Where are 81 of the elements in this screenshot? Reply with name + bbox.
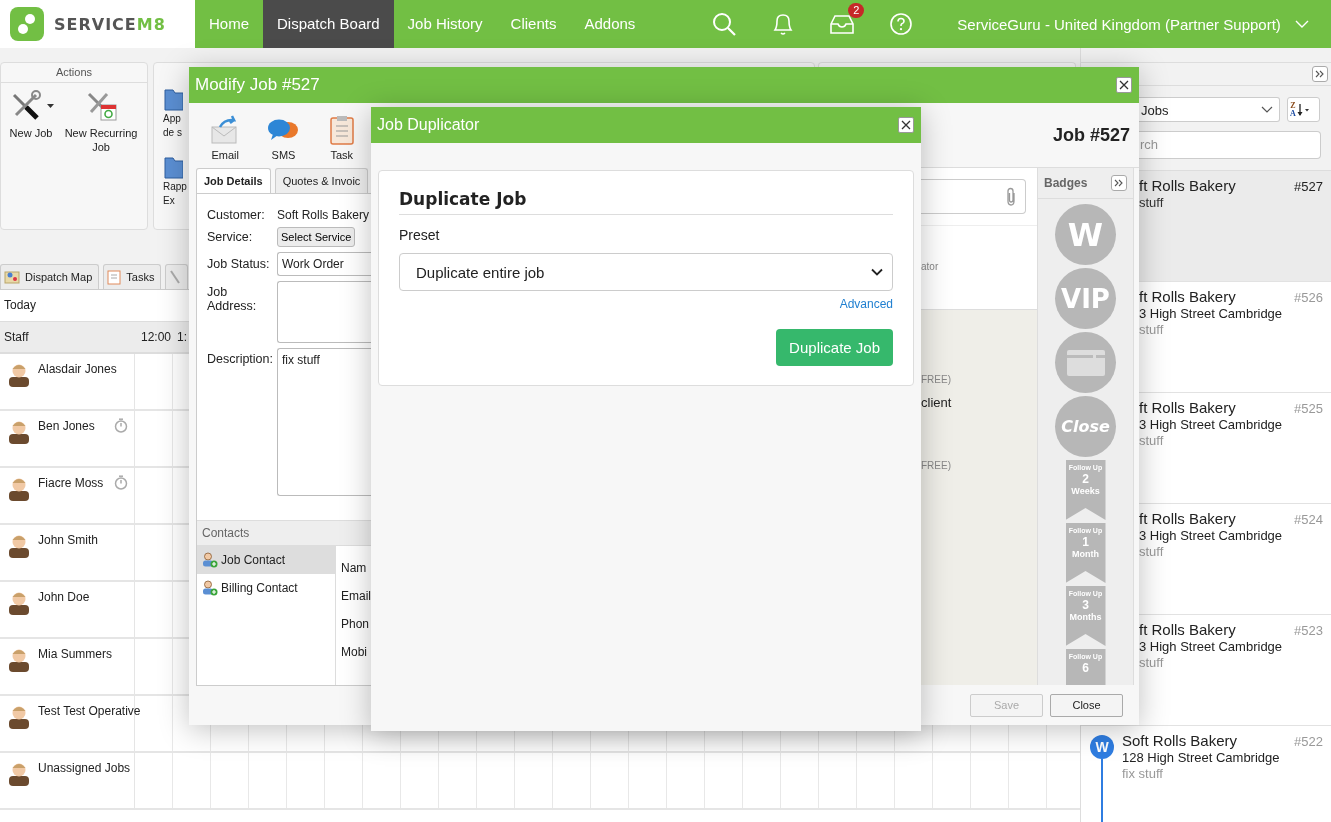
- field-label: Description:: [207, 351, 274, 366]
- client-name: ft Rolls Bakery: [1139, 510, 1236, 527]
- job-number: #524: [1294, 512, 1323, 527]
- client-name: Soft Rolls Bakery: [1122, 732, 1238, 749]
- contact-item[interactable]: Billing Contact: [197, 574, 335, 602]
- brand-name: SERVICEM8: [54, 14, 166, 34]
- field-label: Service:: [207, 230, 254, 244]
- dialog-tab[interactable]: Job Details: [196, 168, 271, 193]
- card-heading: Duplicate Job: [399, 189, 893, 215]
- date-label: Today: [4, 298, 37, 312]
- logo[interactable]: SERVICEM8: [0, 0, 195, 48]
- preset-dropdown[interactable]: Duplicate entire job: [399, 253, 893, 291]
- report-label[interactable]: de s: [163, 126, 182, 140]
- dialog-button[interactable]: Close: [1050, 693, 1123, 717]
- job-description: fix stuff: [1122, 766, 1164, 781]
- report-label[interactable]: App: [163, 112, 181, 126]
- field-label: Customer:: [207, 208, 266, 222]
- field-label: Job Status:: [207, 257, 271, 271]
- sort-button[interactable]: Z A: [1287, 97, 1320, 122]
- staff-name[interactable]: Alasdair Jones: [38, 362, 117, 376]
- detail-text: FREE): [921, 460, 952, 471]
- contact-item[interactable]: Job Contact: [197, 546, 335, 574]
- job-badge: W: [1090, 735, 1114, 759]
- report-label[interactable]: Rapp: [163, 180, 187, 194]
- job-address: 3 High Street Cambridge: [1139, 639, 1284, 654]
- job-address: 3 High Street Cambridge: [1139, 417, 1284, 432]
- report-label[interactable]: Ex: [163, 194, 175, 208]
- job-address: 3 High Street Cambridge: [1139, 306, 1284, 321]
- job-number: Job #527: [1052, 124, 1130, 146]
- notification-badge: 2: [848, 3, 865, 18]
- staff-name[interactable]: Fiacre Moss: [38, 476, 104, 490]
- job-description: stuff: [1139, 322, 1165, 337]
- toolbar-label[interactable]: Task: [330, 149, 354, 161]
- job-address: 128 High Street Cambridge: [1122, 750, 1281, 765]
- view-tab[interactable]: Tasks: [103, 264, 162, 289]
- job-address: 3 High Street Cambridge: [1139, 528, 1284, 543]
- select-service-button[interactable]: Select Service: [277, 227, 356, 247]
- detail-text: ator: [921, 261, 939, 272]
- toolbar-label[interactable]: Email: [211, 149, 239, 161]
- job-description: stuff: [1139, 433, 1165, 448]
- client-name: ft Rolls Bakery: [1139, 399, 1236, 416]
- client-name: ft Rolls Bakery: [1139, 621, 1236, 638]
- nav-item[interactable]: Dispatch Board: [263, 0, 394, 48]
- staff-name[interactable]: John Doe: [38, 590, 90, 604]
- job-number: #523: [1294, 623, 1323, 638]
- job-description: stuff: [1139, 195, 1165, 210]
- field-label: Email: [341, 589, 371, 603]
- field-label: Mobi: [341, 645, 368, 659]
- staff-name[interactable]: Unassigned Jobs: [38, 761, 131, 775]
- action-label[interactable]: New Recurring Job: [63, 126, 139, 154]
- job-filter-dropdown[interactable]: Jobs: [1139, 97, 1280, 122]
- field-label: Job Address:: [207, 284, 258, 313]
- field-label: Phon: [341, 617, 370, 631]
- panel-title: Actions: [1, 63, 147, 83]
- client-name: ft Rolls Bakery: [1139, 288, 1236, 305]
- detail-text: client: [921, 395, 953, 410]
- staff-name[interactable]: Ben Jones: [38, 419, 95, 433]
- detail-text: FREE): [921, 374, 952, 385]
- view-tab[interactable]: Dispatch Map: [0, 264, 100, 289]
- field-label: Nam: [341, 561, 368, 575]
- client-name: ft Rolls Bakery: [1139, 177, 1236, 194]
- job-number: #527: [1294, 179, 1323, 194]
- staff-name[interactable]: John Smith: [38, 533, 99, 547]
- dialog-tab[interactable]: Quotes & Invoic: [274, 168, 369, 193]
- job-description: stuff: [1139, 544, 1165, 559]
- time-label: 1:: [177, 330, 188, 344]
- field-label: Preset: [399, 227, 441, 243]
- staff-name[interactable]: Test Test Operative: [38, 704, 141, 718]
- time-label: 12:00: [141, 330, 172, 344]
- job-number: #525: [1294, 401, 1323, 416]
- customer-name: Soft Rolls Bakery: [277, 208, 370, 222]
- staff-name[interactable]: Mia Summers: [38, 647, 112, 661]
- job-description: stuff: [1139, 655, 1165, 670]
- section-header: Contacts: [197, 520, 371, 546]
- advanced-link[interactable]: Advanced: [839, 297, 893, 311]
- column-header: Staff: [3, 330, 30, 344]
- job-number: #526: [1294, 290, 1323, 305]
- dialog-title: Job Duplicator: [377, 116, 480, 134]
- toolbar-label[interactable]: SMS: [271, 149, 296, 161]
- job-number: #522: [1294, 734, 1323, 749]
- dialog-title: Modify Job #527: [195, 75, 320, 95]
